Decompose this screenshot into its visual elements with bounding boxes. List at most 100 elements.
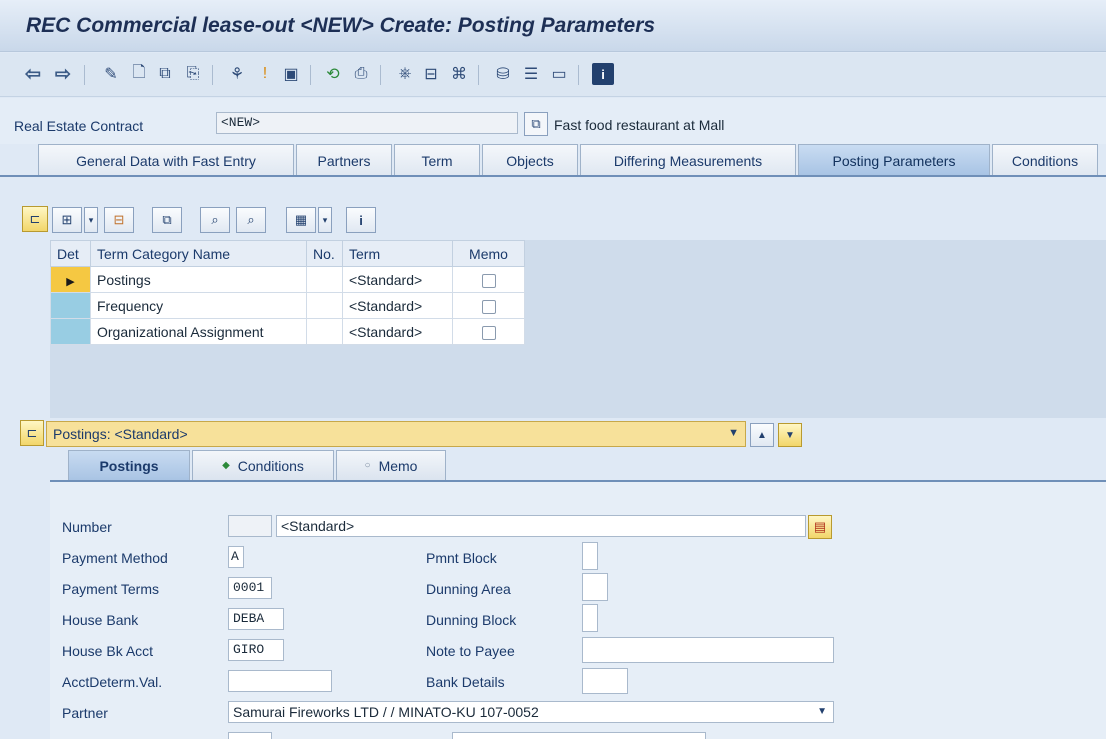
chevron-down-icon: ▼ [728,427,739,439]
insert-row-icon[interactable]: ⊞ [52,207,82,233]
number-cell[interactable] [306,266,343,293]
delete-row-icon[interactable]: ⊟ [104,207,134,233]
table-row[interactable]: ▶ Postings <Standard> [50,266,525,293]
number-name-field[interactable]: <Standard> [276,515,806,537]
house-bank-account-field[interactable]: GIRO [228,639,284,661]
toolbar-separator [212,65,213,85]
subtab-postings[interactable]: Postings [68,450,190,480]
layout-icon[interactable]: ⌘ [448,63,470,85]
copy-icon[interactable]: ⧉ [154,63,176,85]
next-term-button[interactable]: ▼ [778,423,802,447]
hierarchy-icon[interactable]: ⚘ [226,63,248,85]
house-bank-field[interactable]: DEBA [228,608,284,630]
payment-block-field[interactable] [582,542,598,570]
subtab-conditions-label: Conditions [237,457,304,474]
column-header-no[interactable]: No. [306,240,343,267]
partner-value: Samurai Fireworks LTD / / MINATO-KU 107-… [233,704,539,720]
subtab-conditions[interactable]: ◆ Conditions [192,450,334,480]
tab-term[interactable]: Term [394,144,480,176]
term-cell[interactable]: <Standard> [342,266,453,293]
info-icon[interactable]: i [592,63,614,85]
circle-icon: ○ [364,460,371,471]
payment-method-field[interactable]: A [228,546,244,568]
attachment-icon[interactable]: ⎈ [394,63,416,85]
other-object-icon[interactable]: ⎘ [182,63,204,85]
term-selector-dropdown[interactable]: Postings: <Standard> ▼ [46,421,746,447]
table-row[interactable]: Organizational Assignment <Standard> [50,318,525,345]
term-category-cell[interactable]: Frequency [90,292,307,319]
toolbar-separator [310,65,311,85]
screen-icon[interactable]: ▭ [548,63,570,85]
tab-partners[interactable]: Partners [296,144,392,176]
warning-icon[interactable]: ! [254,63,276,85]
memo-checkbox[interactable] [481,325,496,340]
column-header-memo[interactable]: Memo [452,240,525,267]
copy-description-icon[interactable]: ⧉ [524,112,548,136]
contract-description: Fast food restaurant at Mall [554,117,725,133]
memo-cell [452,266,525,293]
insert-menu-icon[interactable]: ▾ [84,207,98,233]
tab-posting-parameters[interactable]: Posting Parameters [798,144,990,176]
row-selector[interactable] [50,318,91,345]
grid-info-icon[interactable]: i [346,207,376,233]
layout-menu-icon[interactable]: ▦ [286,207,316,233]
bank-details-label: Bank Details [426,674,505,690]
column-header-det[interactable]: Det [50,240,91,267]
partner-label: Partner [62,705,108,721]
tab-objects[interactable]: Objects [482,144,578,176]
row-selector[interactable] [50,292,91,319]
forward-icon[interactable]: ⇨ [52,63,74,85]
save-icon[interactable]: ▣ [280,63,302,85]
collapse-detail-icon[interactable]: ⊏ [20,420,44,446]
row-selector[interactable]: ▶ [50,266,91,293]
tab-conditions[interactable]: Conditions [992,144,1098,176]
layout-dropdown-icon[interactable]: ▾ [318,207,332,233]
column-header-term-category-name[interactable]: Term Category Name [90,240,307,267]
bank-details-field[interactable] [582,668,628,694]
check-icon[interactable]: ⟲ [322,63,344,85]
tab-differing-measurements[interactable]: Differing Measurements [580,144,796,176]
column-header-term[interactable]: Term [342,240,453,267]
print-icon[interactable]: ⎙ [350,63,372,85]
memo-checkbox[interactable] [481,273,496,288]
term-cell[interactable]: <Standard> [342,318,453,345]
new-document-icon[interactable]: 🗋 [128,63,150,85]
diamond-icon: ◆ [222,460,230,471]
number-field[interactable] [228,515,272,537]
house-bank-account-label: House Bk Acct [62,643,154,659]
toolbar-separator [478,65,479,85]
payment-method-label: Payment Method [62,550,168,566]
collapse-grid-icon[interactable]: ⊏ [22,206,48,232]
dunning-block-field[interactable] [582,604,598,632]
next-field-partial[interactable] [228,732,272,739]
partner-dropdown[interactable]: Samurai Fireworks LTD / / MINATO-KU 107-… [228,701,834,723]
contract-field[interactable]: <NEW> [216,112,518,134]
payment-terms-field[interactable]: 0001 [228,577,272,599]
current-row-arrow-icon: ▶ [66,275,75,288]
display-icon[interactable]: ⊟ [420,63,442,85]
graph-icon[interactable]: ⛁ [492,63,514,85]
details-icon[interactable]: ⧉ [152,207,182,233]
memo-checkbox[interactable] [481,299,496,314]
previous-term-button[interactable]: ▲ [750,423,774,447]
dunning-area-field[interactable] [582,573,608,601]
term-category-cell[interactable]: Postings [90,266,307,293]
find-icon[interactable]: ⌕ [200,207,230,233]
pencil-icon[interactable]: ✎ [100,63,122,85]
term-category-cell[interactable]: Organizational Assignment [90,318,307,345]
account-determination-field[interactable] [228,670,332,692]
calendar-icon[interactable]: ▤ [808,515,832,539]
table-row[interactable]: Frequency <Standard> [50,292,525,319]
note-to-payee-field[interactable] [582,637,834,663]
subtab-memo[interactable]: ○ Memo [336,450,446,480]
term-cell[interactable]: <Standard> [342,292,453,319]
next-field-partial[interactable] [452,732,706,739]
toolbar-separator [578,65,579,85]
tab-general-data[interactable]: General Data with Fast Entry [38,144,294,176]
toolbar-separator [84,65,85,85]
number-cell[interactable] [306,292,343,319]
tree-icon[interactable]: ☰ [520,63,542,85]
find-next-icon[interactable]: ⌕ [236,207,266,233]
back-icon[interactable]: ⇦ [22,63,44,85]
number-cell[interactable] [306,318,343,345]
